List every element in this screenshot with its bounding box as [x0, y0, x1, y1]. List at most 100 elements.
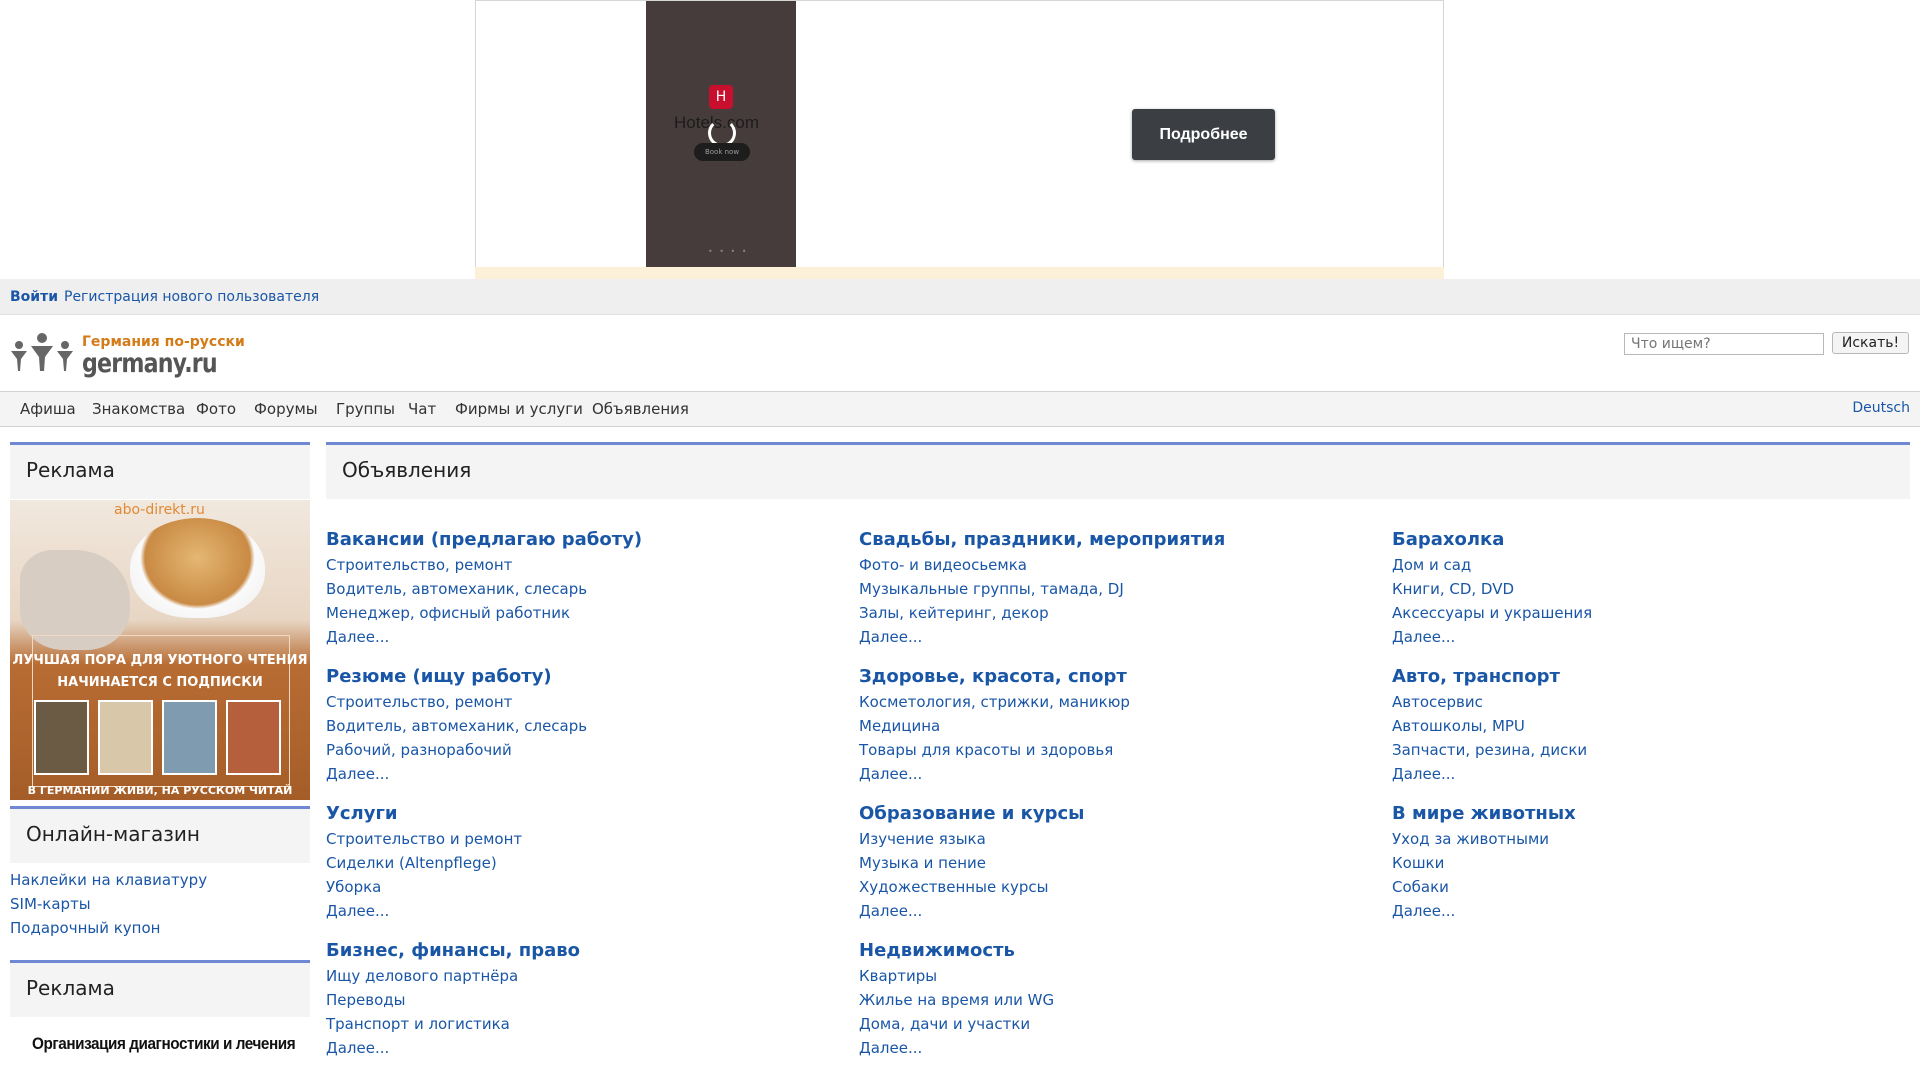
category-link[interactable]: Строительство, ремонт — [326, 690, 846, 714]
category-link[interactable]: Косметология, стрижки, маникюр — [859, 690, 1379, 714]
shop-link[interactable]: SIM-карты — [10, 892, 207, 916]
ad-image[interactable]: H Hotels.com Book now • • • • — [646, 1, 796, 267]
more-link[interactable]: Далее... — [326, 625, 846, 649]
category-link[interactable]: Водитель, автомеханик, слесарь — [326, 714, 846, 738]
search-button[interactable]: Искать! — [1832, 332, 1909, 354]
login-link[interactable]: Войти — [10, 289, 58, 305]
more-link[interactable]: Далее... — [1392, 762, 1912, 786]
category-column: Свадьбы, праздники, мероприятия Фото- и … — [859, 528, 1379, 1076]
more-link[interactable]: Далее... — [859, 625, 1379, 649]
register-link[interactable]: Регистрация нового пользователя — [64, 289, 319, 305]
category-link[interactable]: Товары для красоты и здоровья — [859, 738, 1379, 762]
more-link[interactable]: Далее... — [326, 762, 846, 786]
nav-item-photo[interactable]: Фото — [196, 400, 236, 418]
category-block: Вакансии (предлагаю работу) Строительств… — [326, 528, 846, 665]
category-block: Барахолка Дом и сад Книги, CD, DVD Аксес… — [1392, 528, 1912, 665]
more-button[interactable]: Подробнее — [1132, 109, 1275, 160]
category-link[interactable]: Запчасти, резина, диски — [1392, 738, 1912, 762]
sidebar-ad2-text[interactable]: Организация диагностики и лечения — [32, 1034, 296, 1054]
category-link[interactable]: Книги, CD, DVD — [1392, 577, 1912, 601]
category-link[interactable]: Музыка и пение — [859, 851, 1379, 875]
category-link[interactable]: Квартиры — [859, 964, 1379, 988]
category-link[interactable]: Уход за животными — [1392, 827, 1912, 851]
category-link[interactable]: Автосервис — [1392, 690, 1912, 714]
category-link[interactable]: Водитель, автомеханик, слесарь — [326, 577, 846, 601]
category-column: Вакансии (предлагаю работу) Строительств… — [326, 528, 846, 1076]
sidebar-ad-title: Реклама — [10, 442, 310, 499]
magazine-cover — [34, 700, 89, 775]
category-title[interactable]: Авто, транспорт — [1392, 665, 1912, 689]
category-title[interactable]: Бизнес, финансы, право — [326, 939, 846, 963]
nav-item-forums[interactable]: Форумы — [254, 400, 318, 418]
category-link[interactable]: Строительство, ремонт — [326, 553, 846, 577]
category-link[interactable]: Транспорт и логистика — [326, 1012, 846, 1036]
logo-site-name[interactable]: germany.ru — [82, 348, 218, 379]
shop-title: Онлайн-магазин — [10, 806, 310, 863]
nav-item-dating[interactable]: Знакомства — [92, 400, 185, 418]
nav-item-ads[interactable]: Объявления — [592, 400, 689, 418]
category-link[interactable]: Менеджер, офисный работник — [326, 601, 846, 625]
category-link[interactable]: Художественные курсы — [859, 875, 1379, 899]
magazine-cover — [226, 700, 281, 775]
category-link[interactable]: Рабочий, разнорабочий — [326, 738, 846, 762]
category-title[interactable]: Свадьбы, праздники, мероприятия — [859, 528, 1379, 552]
category-link[interactable]: Ищу делового партнёра — [326, 964, 846, 988]
category-block: Свадьбы, праздники, мероприятия Фото- и … — [859, 528, 1379, 665]
top-banner-ad[interactable]: H Hotels.com Book now • • • • Подробнее — [475, 0, 1444, 267]
category-link[interactable]: Изучение языка — [859, 827, 1379, 851]
nav-item-groups[interactable]: Группы — [336, 400, 395, 418]
magazine-cover — [162, 700, 217, 775]
category-link[interactable]: Жилье на время или WG — [859, 988, 1379, 1012]
more-link[interactable]: Далее... — [859, 1036, 1379, 1060]
more-link[interactable]: Далее... — [1392, 899, 1912, 923]
category-title[interactable]: Образование и курсы — [859, 802, 1379, 826]
category-link[interactable]: Залы, кейтеринг, декор — [859, 601, 1379, 625]
language-link[interactable]: Deutsch — [1852, 400, 1910, 416]
category-title[interactable]: Здоровье, красота, спорт — [859, 665, 1379, 689]
ad-bottom-line: В ГЕРМАНИИ ЖИВИ, НА РУССКОМ ЧИТАЙ — [27, 784, 293, 797]
category-link[interactable]: Строительство и ремонт — [326, 827, 846, 851]
category-title[interactable]: Резюме (ищу работу) — [326, 665, 846, 689]
category-link[interactable]: Переводы — [326, 988, 846, 1012]
category-link[interactable]: Кошки — [1392, 851, 1912, 875]
category-link[interactable]: Уборка — [326, 875, 846, 899]
category-link[interactable]: Медицина — [859, 714, 1379, 738]
shop-link[interactable]: Подарочный купон — [10, 916, 207, 940]
category-title[interactable]: В мире животных — [1392, 802, 1912, 826]
shop-link[interactable]: Наклейки на клавиатуру — [10, 868, 207, 892]
magazine-cover — [98, 700, 153, 775]
nav-item-afisha[interactable]: Афиша — [20, 400, 76, 418]
auth-bar: Войти Регистрация нового пользователя — [0, 279, 1920, 315]
category-title[interactable]: Барахолка — [1392, 528, 1912, 552]
ad-site: abo-direkt.ru — [114, 502, 205, 518]
category-block: Образование и курсы Изучение языка Музык… — [859, 802, 1379, 939]
more-link[interactable]: Далее... — [859, 762, 1379, 786]
sidebar-ad-banner[interactable]: abo-direkt.ru ЛУЧШАЯ ПОРА ДЛЯ УЮТНОГО ЧТ… — [10, 500, 310, 800]
more-link[interactable]: Далее... — [859, 899, 1379, 923]
site-header: Германия по-русски germany.ru Искать! — [0, 315, 1920, 392]
ad-line-2: НАЧИНАЕТСЯ С ПОДПИСКИ — [57, 675, 263, 690]
book-now-button[interactable]: Book now — [694, 143, 750, 161]
category-title[interactable]: Недвижимость — [859, 939, 1379, 963]
search-input[interactable] — [1624, 333, 1824, 355]
category-link[interactable]: Дом и сад — [1392, 553, 1912, 577]
category-title[interactable]: Услуги — [326, 802, 846, 826]
people-logo-icon[interactable] — [11, 333, 73, 373]
more-link[interactable]: Далее... — [326, 1036, 846, 1060]
coffee-cup-image — [130, 518, 265, 618]
nav-item-firms[interactable]: Фирмы и услуги — [455, 400, 583, 418]
category-link[interactable]: Фото- и видеосьемка — [859, 553, 1379, 577]
category-block: Услуги Строительство и ремонт Сиделки (A… — [326, 802, 846, 939]
category-link[interactable]: Собаки — [1392, 875, 1912, 899]
page-title: Объявления — [326, 442, 1910, 499]
category-title[interactable]: Вакансии (предлагаю работу) — [326, 528, 846, 552]
category-link[interactable]: Дома, дачи и участки — [859, 1012, 1379, 1036]
ad-line-1: ЛУЧШАЯ ПОРА ДЛЯ УЮТНОГО ЧТЕНИЯ — [12, 653, 308, 668]
category-link[interactable]: Музыкальные группы, тамада, DJ — [859, 577, 1379, 601]
nav-item-chat[interactable]: Чат — [408, 400, 436, 418]
category-link[interactable]: Автошколы, MPU — [1392, 714, 1912, 738]
category-link[interactable]: Аксессуары и украшения — [1392, 601, 1912, 625]
category-link[interactable]: Сиделки (Altenpflege) — [326, 851, 846, 875]
more-link[interactable]: Далее... — [326, 899, 846, 923]
more-link[interactable]: Далее... — [1392, 625, 1912, 649]
